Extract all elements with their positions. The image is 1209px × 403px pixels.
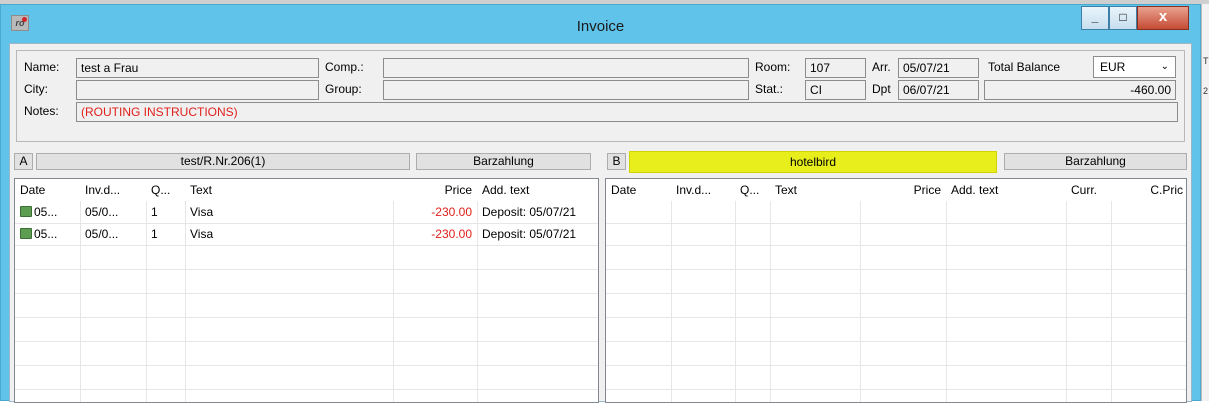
city-field[interactable] bbox=[76, 80, 319, 100]
payment-card-icon bbox=[20, 206, 32, 217]
col-qty[interactable]: Q... bbox=[735, 179, 770, 201]
window-client-area: Name: test a Frau City: Notes: (ROUTING … bbox=[9, 43, 1192, 403]
col-currency-price[interactable]: C.Pric bbox=[1111, 179, 1186, 201]
table-row[interactable]: 05... bbox=[15, 223, 80, 245]
room-field[interactable]: 107 bbox=[805, 58, 866, 78]
balance-field: -460.00 bbox=[984, 80, 1176, 100]
pane-b-grid[interactable]: Date Inv.d... Q... Text Price Add. text … bbox=[605, 178, 1187, 403]
company-field[interactable] bbox=[383, 58, 749, 78]
row-add-text: Deposit: 05/07/21 bbox=[482, 205, 577, 219]
row-add-text: Deposit: 05/07/21 bbox=[482, 227, 577, 241]
col-qty[interactable]: Q... bbox=[146, 179, 185, 201]
col-currency[interactable]: Curr. bbox=[1066, 179, 1111, 201]
status-field[interactable]: CI bbox=[805, 80, 866, 100]
notes-field[interactable]: (ROUTING INSTRUCTIONS) bbox=[76, 102, 1178, 122]
minimize-button[interactable]: _ bbox=[1081, 6, 1109, 30]
notes-label: Notes: bbox=[24, 104, 59, 118]
row-price: -230.00 bbox=[431, 205, 472, 219]
name-label: Name: bbox=[24, 60, 60, 74]
group-label: Group: bbox=[325, 82, 362, 96]
background-window-edge: T 2 bbox=[1201, 4, 1209, 401]
pane-b-payment-button[interactable]: Barzahlung bbox=[1004, 153, 1187, 170]
row-qty: 1 bbox=[151, 227, 158, 241]
pane-b-recipient-button[interactable]: hotelbird bbox=[629, 151, 997, 173]
arrival-label: Arr. bbox=[872, 60, 891, 74]
invoice-window: ro Invoice _ □ x Name: test a Frau City:… bbox=[0, 4, 1201, 403]
table-row[interactable]: 05... bbox=[15, 201, 80, 223]
col-text[interactable]: Text bbox=[185, 179, 393, 201]
col-inv-date[interactable]: Inv.d... bbox=[80, 179, 146, 201]
departure-label: Dpt bbox=[872, 82, 891, 96]
departure-date-field[interactable]: 06/07/21 bbox=[898, 80, 979, 100]
currency-value: EUR bbox=[1100, 60, 1126, 74]
maximize-button[interactable]: □ bbox=[1109, 6, 1137, 30]
row-inv-date: 05/0... bbox=[85, 227, 119, 241]
title-bar[interactable]: ro Invoice _ □ x bbox=[1, 5, 1200, 43]
row-text: Visa bbox=[190, 205, 214, 219]
chevron-down-icon: ⌄ bbox=[1160, 61, 1169, 72]
col-add-text[interactable]: Add. text bbox=[477, 179, 598, 201]
row-text: Visa bbox=[190, 227, 214, 241]
row-price: -230.00 bbox=[431, 227, 472, 241]
col-text[interactable]: Text bbox=[770, 179, 860, 201]
col-price[interactable]: Price bbox=[393, 179, 477, 201]
group-field[interactable] bbox=[383, 80, 749, 100]
comp-label: Comp.: bbox=[325, 60, 364, 74]
city-label: City: bbox=[24, 82, 48, 96]
guest-header-panel: Name: test a Frau City: Notes: (ROUTING … bbox=[16, 50, 1185, 142]
close-button[interactable]: x bbox=[1137, 6, 1189, 30]
currency-select[interactable]: EUR ⌄ bbox=[1093, 56, 1176, 78]
pane-a-letter-button[interactable]: A bbox=[14, 153, 33, 170]
col-inv-date[interactable]: Inv.d... bbox=[671, 179, 735, 201]
room-label: Room: bbox=[755, 60, 791, 74]
col-price[interactable]: Price bbox=[860, 179, 946, 201]
pane-a-grid[interactable]: Date Inv.d... Q... Text Price Add. text … bbox=[14, 178, 599, 403]
row-qty: 1 bbox=[151, 205, 158, 219]
payment-card-icon bbox=[20, 228, 32, 239]
pane-b-letter-button[interactable]: B bbox=[607, 153, 626, 170]
stat-label: Stat.: bbox=[755, 82, 784, 96]
window-title: Invoice bbox=[576, 18, 625, 35]
total-balance-label: Total Balance bbox=[988, 60, 1061, 74]
pane-a-payment-button[interactable]: Barzahlung bbox=[416, 153, 591, 170]
col-add-text[interactable]: Add. text bbox=[946, 179, 1066, 201]
name-field[interactable]: test a Frau bbox=[76, 58, 319, 78]
row-inv-date: 05/0... bbox=[85, 205, 119, 219]
col-date[interactable]: Date bbox=[15, 179, 80, 201]
col-date[interactable]: Date bbox=[606, 179, 671, 201]
arrival-date-field[interactable]: 05/07/21 bbox=[898, 58, 979, 78]
pane-a-recipient-button[interactable]: test/R.Nr.206(1) bbox=[36, 153, 410, 170]
